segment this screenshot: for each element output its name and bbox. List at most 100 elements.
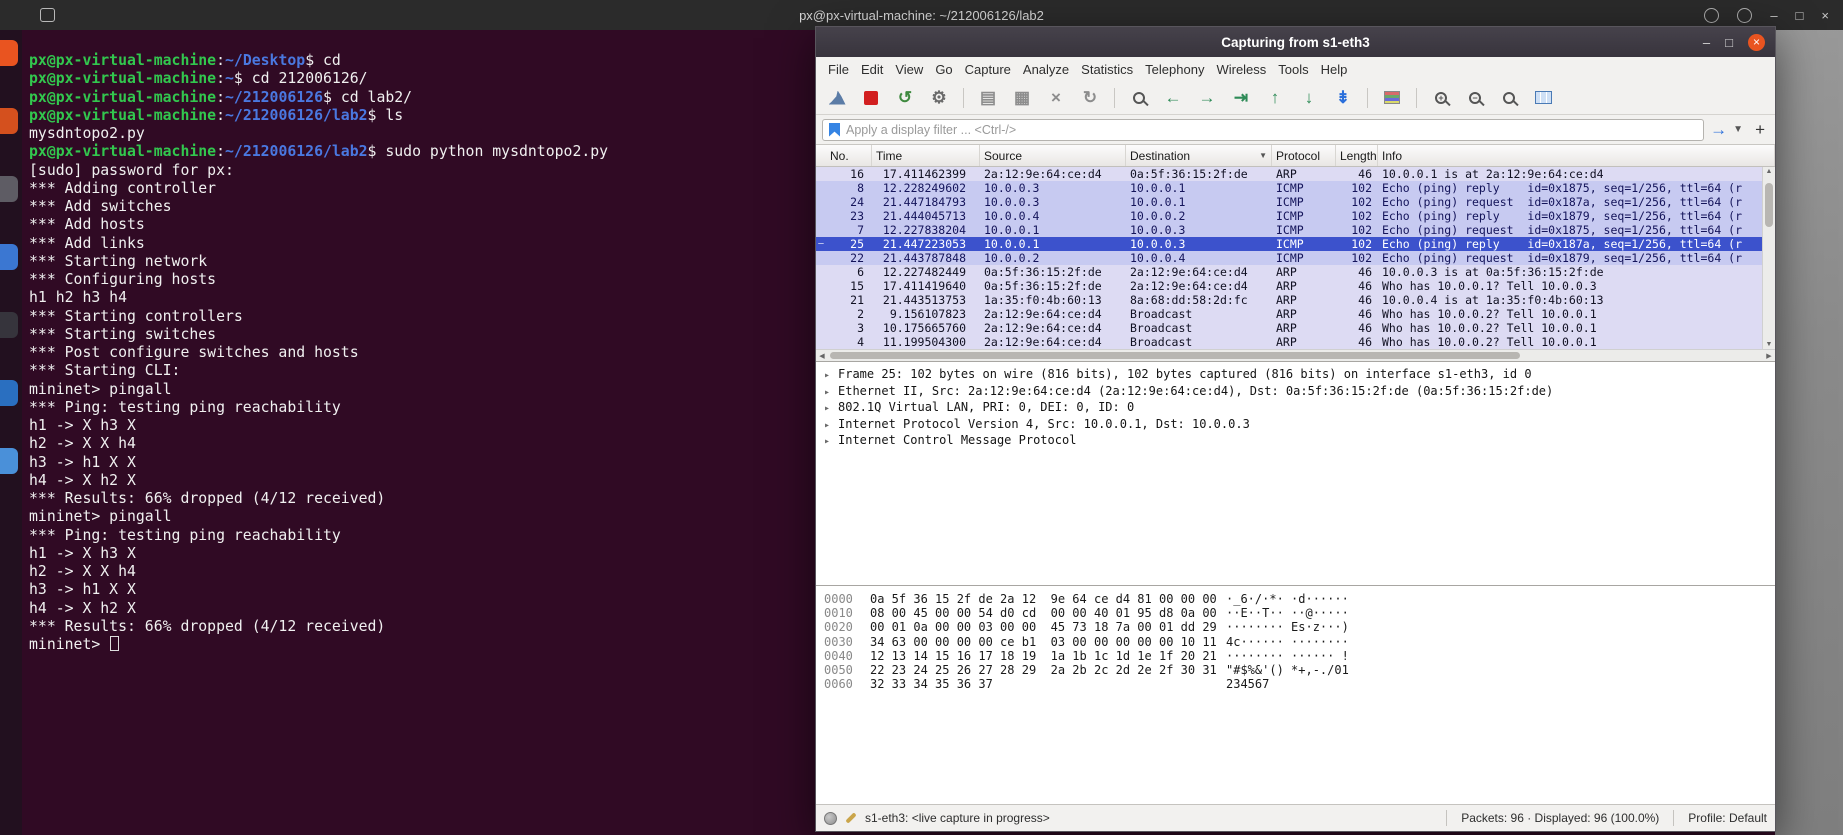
- column-header-no[interactable]: No.: [826, 145, 872, 166]
- hex-row[interactable]: 0000 0a 5f 36 15 2f de 2a 12 9e 64 ce d4 …: [824, 592, 1767, 606]
- expert-info-icon[interactable]: [824, 811, 837, 825]
- detail-line[interactable]: ▸ Internet Control Message Protocol: [824, 433, 1767, 450]
- hex-row[interactable]: 0030 34 63 00 00 00 00 ce b1 03 00 00 00 …: [824, 635, 1767, 649]
- files-app-icon[interactable]: [0, 40, 18, 66]
- expander-icon[interactable]: ▸: [824, 369, 838, 384]
- go-last-packet-icon[interactable]: ↓: [1294, 84, 1324, 111]
- go-back-icon[interactable]: ←: [1158, 84, 1188, 111]
- restore-button[interactable]: □: [1796, 9, 1804, 22]
- menu-go[interactable]: Go: [929, 59, 958, 80]
- packet-row[interactable]: – 25 21.447223053 10.0.0.1 10.0.0.3 ICMP 102 Ec…: [816, 237, 1775, 251]
- wireshark-title-bar[interactable]: Capturing from s1-eth3 – □ ×: [816, 27, 1775, 57]
- horizontal-scroll-thumb[interactable]: [830, 352, 1521, 359]
- zoom-reset-icon[interactable]: [1494, 84, 1524, 111]
- app-icon-3[interactable]: [0, 176, 18, 202]
- chrome-app-icon[interactable]: [0, 244, 18, 270]
- scroll-left-icon[interactable]: ◀: [816, 350, 828, 361]
- packet-row[interactable]: 15 17.411419640 0a:5f:36:15:2f:de 2a:12:9e:…: [816, 279, 1775, 293]
- expander-icon[interactable]: ▸: [824, 402, 838, 417]
- packet-row[interactable]: 4 11.199504300 2a:12:9e:64:ce:d4 Broadcast A…: [816, 335, 1775, 349]
- auto-scroll-icon[interactable]: ⇟: [1328, 84, 1358, 111]
- packet-row[interactable]: 6 12.227482449 0a:5f:36:15:2f:de 2a:12:9e:6…: [816, 265, 1775, 279]
- packet-row[interactable]: 22 21.443787848 10.0.0.2 10.0.0.4 ICMP 102 Ech…: [816, 251, 1775, 265]
- column-header-source[interactable]: Source: [980, 145, 1126, 166]
- app-icon-7[interactable]: [0, 448, 18, 474]
- packet-row[interactable]: 8 12.228249602 10.0.0.3 10.0.0.1 ICMP 102 Echo…: [816, 181, 1775, 195]
- minimize-button[interactable]: –: [1770, 9, 1777, 22]
- hex-row[interactable]: 0060 32 33 34 35 36 37 234567: [824, 677, 1767, 691]
- go-first-packet-icon[interactable]: ↑: [1260, 84, 1290, 111]
- go-forward-icon[interactable]: →: [1192, 84, 1222, 111]
- menu-edit[interactable]: Edit: [855, 59, 889, 80]
- zoom-out-icon[interactable]: −: [1460, 84, 1490, 111]
- scroll-up-icon[interactable]: ▲: [1763, 168, 1775, 175]
- apply-filter-icon[interactable]: →: [1710, 121, 1727, 138]
- packet-row[interactable]: 16 17.411462399 2a:12:9e:64:ce:d4 0a:5f:36:…: [816, 167, 1775, 181]
- terminal-window-icon[interactable]: [40, 8, 55, 22]
- menu-tools[interactable]: Tools: [1272, 59, 1314, 80]
- menu-view[interactable]: View: [889, 59, 929, 80]
- colorize-icon[interactable]: [1377, 84, 1407, 111]
- menu-capture[interactable]: Capture: [959, 59, 1017, 80]
- zoom-in-icon[interactable]: +: [1426, 84, 1456, 111]
- vertical-scroll-thumb[interactable]: [1765, 183, 1773, 227]
- status-profile[interactable]: Profile: Default: [1688, 811, 1767, 825]
- go-to-packet-icon[interactable]: ⇥: [1226, 84, 1256, 111]
- start-capture-icon[interactable]: [822, 84, 852, 111]
- minimize-button[interactable]: –: [1703, 36, 1710, 49]
- detail-line[interactable]: ▸ Internet Protocol Version 4, Src: 10.0.…: [824, 417, 1767, 434]
- resize-columns-icon[interactable]: [1528, 84, 1558, 111]
- packet-row[interactable]: 2 9.156107823 2a:12:9e:64:ce:d4 Broadcast AR…: [816, 307, 1775, 321]
- menu-statistics[interactable]: Statistics: [1075, 59, 1139, 80]
- bookmark-icon[interactable]: [829, 122, 840, 137]
- column-header-length[interactable]: Length: [1336, 145, 1378, 166]
- detail-line[interactable]: ▸ 802.1Q Virtual LAN, PRI: 0, DEI: 0, ID:…: [824, 400, 1767, 417]
- menu-wireless[interactable]: Wireless: [1210, 59, 1272, 80]
- expander-icon[interactable]: ▸: [824, 435, 838, 450]
- column-header-time[interactable]: Time: [872, 145, 980, 166]
- close-button[interactable]: ×: [1821, 9, 1829, 22]
- reload-file-icon[interactable]: ↻: [1075, 84, 1105, 111]
- expander-icon[interactable]: ▸: [824, 419, 838, 434]
- filter-history-caret-icon[interactable]: ▼: [1733, 124, 1743, 135]
- expander-icon[interactable]: ▸: [824, 386, 838, 401]
- find-packet-icon[interactable]: [1124, 84, 1154, 111]
- packet-row[interactable]: 23 21.444045713 10.0.0.4 10.0.0.2 ICMP 102 Ech…: [816, 209, 1775, 223]
- menu-file[interactable]: File: [822, 59, 855, 80]
- packet-row[interactable]: 7 12.227838204 10.0.0.1 10.0.0.3 ICMP 102 Echo…: [816, 223, 1775, 237]
- terminal-app-icon[interactable]: [0, 312, 18, 338]
- packet-list-vertical-scrollbar[interactable]: ▲ ▼: [1762, 167, 1775, 349]
- packet-list-horizontal-scrollbar[interactable]: ◀ ▶: [816, 349, 1775, 361]
- column-header-info[interactable]: Info: [1378, 145, 1775, 166]
- menu-telephony[interactable]: Telephony: [1139, 59, 1210, 80]
- stop-capture-icon[interactable]: [856, 84, 886, 111]
- column-header-destination[interactable]: Destination ▼: [1126, 145, 1272, 166]
- add-filter-button[interactable]: +: [1755, 120, 1765, 140]
- restart-capture-icon[interactable]: ↺: [890, 84, 920, 111]
- display-filter-input[interactable]: [846, 122, 1698, 137]
- save-file-icon[interactable]: ▦: [1007, 84, 1037, 111]
- maximize-button[interactable]: □: [1725, 36, 1733, 49]
- close-file-icon[interactable]: ×: [1041, 84, 1071, 111]
- capture-options-icon[interactable]: ⚙: [924, 84, 954, 111]
- menu-help[interactable]: Help: [1315, 59, 1354, 80]
- scroll-down-icon[interactable]: ▼: [1763, 341, 1775, 348]
- window-switcher-icon[interactable]: [1737, 7, 1753, 23]
- close-button[interactable]: ×: [1748, 33, 1765, 51]
- menu-analyze[interactable]: Analyze: [1017, 59, 1075, 80]
- firefox-app-icon[interactable]: [0, 108, 18, 134]
- display-filter-field[interactable]: [822, 118, 1705, 141]
- hex-row[interactable]: 0010 08 00 45 00 00 54 d0 cd 00 00 40 01 …: [824, 606, 1767, 620]
- libreoffice-app-icon[interactable]: [0, 380, 18, 406]
- packet-row[interactable]: 3 10.175665760 2a:12:9e:64:ce:d4 Broadcast A…: [816, 321, 1775, 335]
- column-caret-icon[interactable]: ▼: [1255, 151, 1267, 160]
- scroll-right-icon[interactable]: ▶: [1763, 350, 1775, 361]
- open-file-icon[interactable]: ▤: [973, 84, 1003, 111]
- column-header-protocol[interactable]: Protocol: [1272, 145, 1336, 166]
- packet-row[interactable]: 21 21.443513753 1a:35:f0:4b:60:13 8a:68:dd:…: [816, 293, 1775, 307]
- search-icon[interactable]: [1704, 7, 1720, 23]
- detail-line[interactable]: ▸ Frame 25: 102 bytes on wire (816 bits),…: [824, 367, 1767, 384]
- hex-row[interactable]: 0050 22 23 24 25 26 27 28 29 2a 2b 2c 2d …: [824, 663, 1767, 677]
- hex-row[interactable]: 0040 12 13 14 15 16 17 18 19 1a 1b 1c 1d …: [824, 649, 1767, 663]
- hex-row[interactable]: 0020 00 01 0a 00 00 03 00 00 45 73 18 7a …: [824, 620, 1767, 634]
